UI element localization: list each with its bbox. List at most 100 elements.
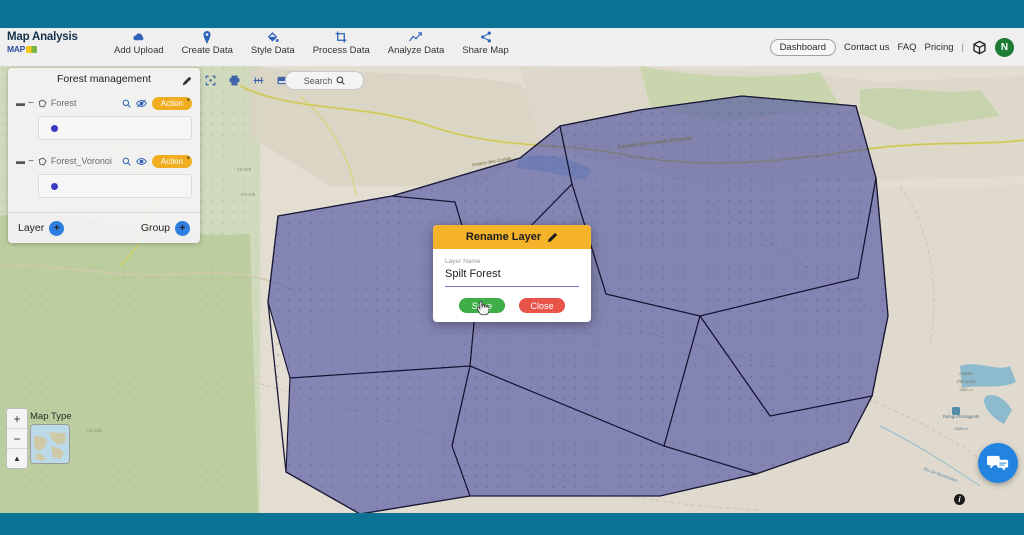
map-type-thumbnail[interactable] bbox=[30, 424, 70, 464]
cloud-upload-icon bbox=[132, 30, 145, 44]
layer-action-button[interactable]: Action ▾ bbox=[151, 96, 192, 110]
layer-row[interactable]: ▬ − Forest Action ▾ bbox=[16, 94, 192, 112]
add-layer-label: Layer bbox=[18, 222, 45, 234]
crop-frame-icon bbox=[335, 30, 347, 44]
faq-link[interactable]: FAQ bbox=[897, 42, 916, 53]
layer-panel-header: Forest management bbox=[8, 68, 200, 90]
layer-symbol-dot bbox=[51, 182, 58, 190]
nav-items: Add Upload Create Data Style Data Proces… bbox=[105, 30, 518, 56]
map-label: 2687 m bbox=[959, 387, 973, 392]
compass-button[interactable]: ▲ bbox=[7, 449, 27, 468]
contact-us-link[interactable]: Contact us bbox=[844, 42, 889, 53]
paint-bucket-icon bbox=[266, 30, 279, 44]
nav-item-label: Share Map bbox=[462, 45, 509, 56]
nav-item-style-data[interactable]: Style Data bbox=[242, 30, 304, 56]
nav-item-add-upload[interactable]: Add Upload bbox=[105, 30, 173, 56]
nav-item-label: Add Upload bbox=[114, 45, 164, 56]
minus-icon[interactable]: − bbox=[28, 156, 34, 167]
nav-right-group: Dashboard Contact us FAQ Pricing | N bbox=[769, 38, 1014, 57]
layer-panel-footer: Layer + Group + bbox=[8, 213, 200, 243]
cube-icon[interactable] bbox=[972, 40, 987, 55]
avatar[interactable]: N bbox=[995, 38, 1014, 57]
map-label: collada bbox=[959, 371, 973, 376]
chat-button[interactable] bbox=[978, 443, 1018, 483]
dashboard-button[interactable]: Dashboard bbox=[769, 39, 837, 56]
save-button[interactable]: Save bbox=[459, 298, 505, 313]
brand-logo: MAP bbox=[7, 44, 93, 54]
layer-symbol-box[interactable] bbox=[38, 174, 192, 198]
map-label: CS-220 bbox=[237, 167, 252, 172]
nav-separator: | bbox=[961, 42, 964, 53]
layer-panel-title: Forest management bbox=[57, 73, 151, 85]
minus-icon[interactable]: − bbox=[28, 98, 34, 109]
nav-item-label: Style Data bbox=[250, 45, 295, 56]
brand-title: Map Analysis bbox=[7, 31, 78, 43]
info-icon[interactable]: i bbox=[954, 494, 965, 505]
print-icon[interactable] bbox=[229, 75, 240, 86]
zoom-to-layer-icon[interactable] bbox=[122, 99, 131, 108]
nav-item-label: Process Data bbox=[312, 45, 370, 56]
measure-icon[interactable] bbox=[253, 75, 264, 86]
brand-logo-text: MAP bbox=[7, 44, 25, 54]
app-navbar: Map Analysis MAP Add Upload Create Data … bbox=[0, 28, 1024, 66]
dialog-header: Rename Layer bbox=[433, 225, 591, 249]
plus-circle-icon: + bbox=[175, 220, 190, 236]
nav-item-share-map[interactable]: Share Map bbox=[453, 30, 517, 56]
layer-panel-body: ▬ − Forest Action ▾ ▬ − Forest_Voronoi A… bbox=[8, 94, 200, 204]
dialog-body: Layer Name Spilt Forest bbox=[433, 249, 591, 291]
map-label: 2420 m bbox=[954, 426, 968, 431]
rename-layer-dialog: Rename Layer Layer Name Spilt Forest Sav… bbox=[433, 225, 591, 322]
zoom-out-button[interactable]: − bbox=[7, 429, 27, 449]
layer-row[interactable]: ▬ − Forest_Voronoi Action ▾ bbox=[16, 152, 192, 170]
brand[interactable]: Map Analysis MAP bbox=[7, 31, 93, 54]
map-type-control: Map Type bbox=[30, 411, 72, 464]
add-group-label: Group bbox=[140, 222, 170, 234]
layer-name: Forest bbox=[50, 98, 77, 108]
pencil-icon[interactable] bbox=[182, 73, 192, 91]
add-group-button[interactable]: Group + bbox=[140, 220, 190, 236]
map-search-box[interactable]: Search bbox=[285, 71, 364, 90]
eye-slash-icon[interactable] bbox=[135, 99, 147, 108]
add-layer-button[interactable]: Layer + bbox=[18, 220, 65, 236]
search-icon bbox=[336, 76, 346, 85]
polygon-icon bbox=[38, 98, 47, 108]
nav-item-process-data[interactable]: Process Data bbox=[304, 30, 379, 56]
top-teal-bar bbox=[0, 0, 1024, 28]
close-button[interactable]: Close bbox=[519, 298, 565, 313]
nav-item-label: Analyze Data bbox=[387, 45, 445, 56]
chart-trend-icon bbox=[409, 30, 423, 44]
map-label: CS-228 bbox=[241, 192, 256, 197]
zoom-controls: + − ▲ bbox=[6, 408, 28, 469]
nav-item-label: Create Data bbox=[181, 45, 233, 56]
share-nodes-icon bbox=[480, 30, 492, 44]
brand-logo-chip-icon bbox=[26, 45, 37, 53]
layer-action-label: Action bbox=[160, 98, 183, 108]
zoom-in-button[interactable]: + bbox=[7, 409, 27, 429]
layer-name-input[interactable]: Spilt Forest bbox=[445, 265, 579, 287]
chevron-down-icon: ▾ bbox=[186, 96, 190, 104]
drag-handle-icon[interactable]: ▬ bbox=[16, 98, 25, 108]
nav-item-create-data[interactable]: Create Data bbox=[173, 30, 242, 56]
fit-extent-icon[interactable] bbox=[205, 75, 216, 86]
layer-symbol-box[interactable] bbox=[38, 116, 192, 140]
eye-icon[interactable] bbox=[135, 157, 147, 166]
map-label: CS-230 bbox=[87, 428, 102, 433]
layer-action-button[interactable]: Action ▾ bbox=[151, 154, 192, 168]
polygon-icon bbox=[38, 156, 47, 166]
pencil-icon bbox=[547, 232, 558, 243]
zoom-to-layer-icon[interactable] bbox=[122, 157, 131, 166]
nav-item-analyze-data[interactable]: Analyze Data bbox=[379, 30, 454, 56]
map-label: d'Enradort bbox=[956, 379, 976, 384]
layer-action-label: Action bbox=[160, 156, 183, 166]
layer-name-field-label: Layer Name bbox=[445, 258, 481, 265]
bottom-teal-bar bbox=[0, 513, 1024, 535]
pricing-link[interactable]: Pricing bbox=[924, 42, 953, 53]
dialog-actions: Save Close bbox=[433, 291, 591, 322]
chevron-down-icon: ▾ bbox=[186, 154, 190, 162]
dialog-title: Rename Layer bbox=[465, 231, 542, 243]
drag-handle-icon[interactable]: ▬ bbox=[16, 156, 25, 166]
plus-circle-icon: + bbox=[49, 220, 65, 236]
layer-symbol-dot bbox=[51, 124, 58, 132]
map-search-placeholder: Search bbox=[303, 75, 333, 86]
chat-bubbles-icon bbox=[987, 454, 1009, 473]
